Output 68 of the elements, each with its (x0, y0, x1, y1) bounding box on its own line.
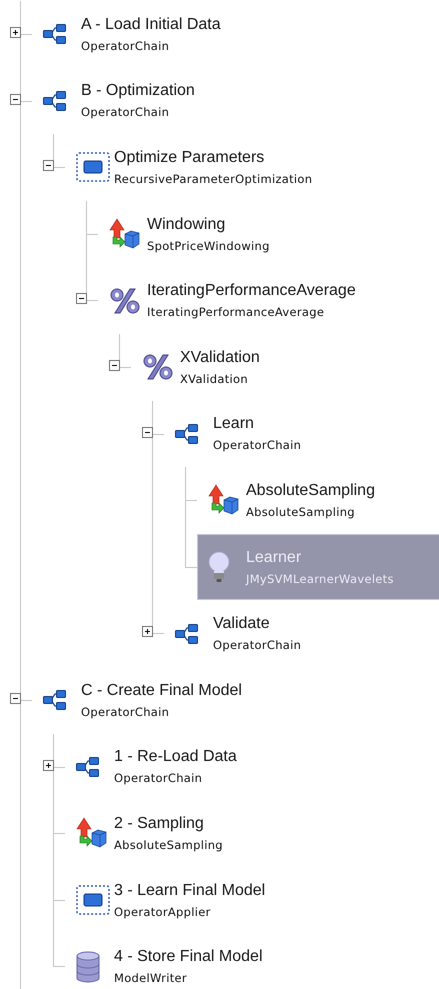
operator-name: C - Create Final Model (81, 682, 242, 700)
operator-type: OperatorChain (81, 38, 170, 53)
operator-chain-icon (175, 422, 199, 445)
operator-type: OperatorChain (81, 105, 170, 120)
operator-name: AbsoluteSampling (246, 482, 375, 500)
operator-name: Learner (246, 548, 302, 567)
operator-name: Optimize Parameters (114, 148, 266, 167)
operator-name: IteratingPerformanceAverage (147, 282, 356, 300)
collapse-toggle[interactable] (76, 293, 87, 304)
tree-item[interactable]: Windowing SpotPriceWindowing (98, 201, 439, 268)
operator-type: ModelWriter (114, 971, 188, 986)
tree-item[interactable]: B - Optimization OperatorChain (32, 68, 439, 134)
operator-name: 1 - Re-Load Data (114, 748, 237, 766)
operator-name: A - Load Initial Data (81, 16, 221, 34)
dashed-box-icon (76, 885, 110, 916)
operator-type: RecursiveParameterOptimization (114, 172, 312, 186)
tree-item[interactable]: IteratingPerformanceAverage IteratingPerformanceAverage (98, 268, 439, 334)
tree-item[interactable]: XValidation XValidation (131, 334, 439, 400)
operator-chain-icon (43, 90, 67, 112)
operator-type: AbsoluteSampling (114, 838, 223, 852)
operator-name: 2 - Sampling (114, 814, 205, 833)
operator-name: 3 - Learn Final Model (114, 882, 266, 900)
arrow-cube-icon (208, 484, 240, 516)
percent-icon (142, 353, 174, 382)
operator-type: XValidation (180, 372, 249, 386)
tree-item[interactable]: 4 - Store Final Model ModelWriter (65, 934, 439, 989)
collapse-toggle[interactable] (10, 692, 21, 704)
percent-icon (109, 286, 141, 315)
operator-name: XValidation (180, 348, 260, 367)
arrow-cube-icon (76, 817, 108, 850)
operator-type: OperatorChain (213, 638, 302, 652)
collapse-toggle[interactable] (10, 94, 21, 105)
operator-chain-icon (43, 23, 67, 46)
dashed-box-icon (76, 152, 110, 182)
tree-item[interactable]: Validate OperatorChain (164, 600, 439, 667)
operator-chain-icon (76, 756, 100, 778)
expand-toggle[interactable] (43, 760, 54, 771)
tree-item[interactable]: AbsoluteSampling AbsoluteSampling (197, 467, 439, 534)
light-bulb-icon (208, 551, 230, 584)
tree-item[interactable]: 2 - Sampling AbsoluteSampling (65, 800, 439, 866)
tree-item[interactable]: Optimize Parameters RecursiveParameterOptimization (65, 134, 439, 200)
operator-name: Learn (213, 415, 255, 434)
arrow-cube-icon (109, 218, 141, 250)
operator-chain-icon (175, 622, 199, 645)
operator-type: AbsoluteSampling (246, 504, 356, 519)
expand-toggle[interactable] (10, 27, 21, 38)
operator-type: IteratingPerformanceAverage (147, 305, 326, 320)
tree-item[interactable]: 3 - Learn Final Model OperatorApplier (65, 867, 439, 934)
operator-type: SpotPriceWindowing (147, 238, 270, 253)
tree-item[interactable]: C - Create Final Model OperatorChain (32, 667, 439, 734)
collapse-toggle[interactable] (43, 160, 54, 172)
operator-type: OperatorChain (213, 438, 302, 452)
operator-type: OperatorChain (114, 771, 204, 786)
collapse-toggle[interactable] (109, 360, 120, 371)
database-icon (76, 950, 100, 983)
operator-name: B - Optimization (81, 82, 195, 100)
operator-type: OperatorApplier (114, 904, 212, 919)
tree-item[interactable]: A - Load Initial Data OperatorChain (32, 1, 439, 68)
tree-item[interactable]: Learn OperatorChain (164, 400, 439, 467)
operator-type: OperatorChain (81, 704, 170, 719)
operator-chain-icon (43, 689, 67, 712)
tree-item[interactable]: 1 - Re-Load Data OperatorChain (65, 734, 439, 800)
collapse-toggle[interactable] (142, 426, 153, 438)
operator-type: JMySVMLearnerWavelets (246, 572, 394, 586)
operator-name: 4 - Store Final Model (114, 948, 263, 966)
operator-name: Windowing (147, 216, 226, 234)
operator-name: Validate (213, 615, 271, 634)
expand-toggle[interactable] (142, 626, 153, 638)
